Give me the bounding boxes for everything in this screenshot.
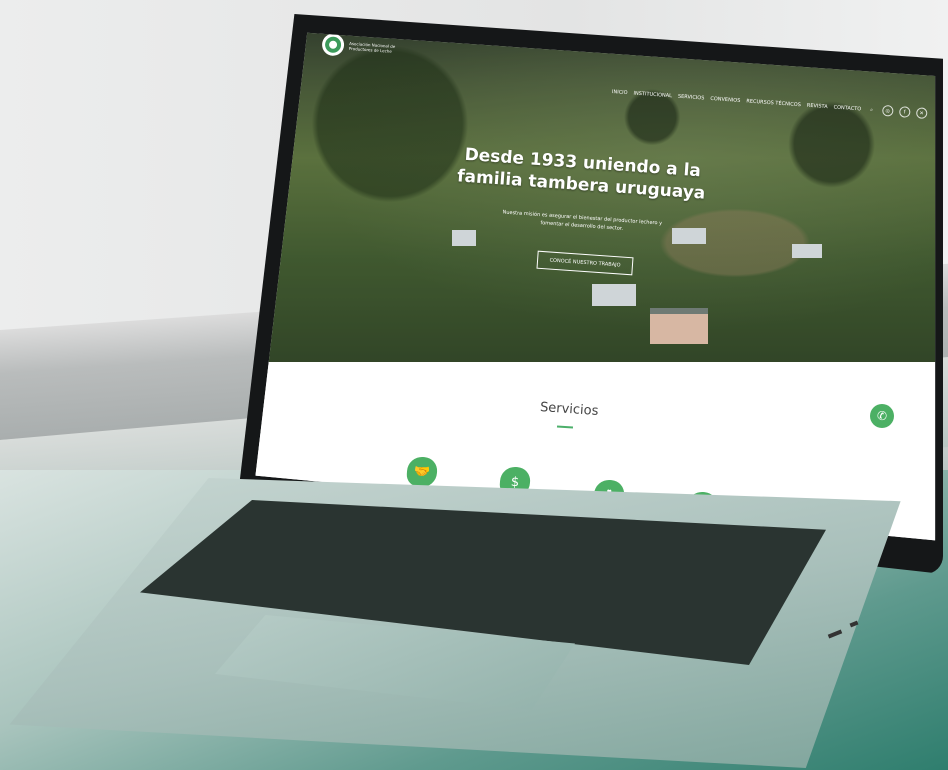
facebook-icon[interactable]: f [898, 106, 911, 118]
search-icon[interactable]: ⌕ [867, 105, 877, 115]
nav-item-revista[interactable]: REVISTA [807, 102, 828, 109]
nav-item-institucional[interactable]: INSTITUCIONAL [633, 90, 672, 99]
services-title: Servicios [539, 399, 599, 420]
instagram-icon[interactable]: ◎ [881, 104, 894, 117]
handshake-icon[interactable]: 🤝 [405, 455, 439, 489]
hero-building-image [452, 230, 476, 246]
hero-house-image [650, 308, 708, 344]
logo-icon [321, 32, 345, 57]
hero-building-image [672, 228, 706, 244]
nav-item-servicios[interactable]: SERVICIOS [678, 93, 705, 101]
logo-text: Asociación Nacional de Productores de Le… [348, 40, 396, 54]
laptop-screen: Asociación Nacional de Productores de Le… [255, 32, 936, 541]
nav-item-recursos-tecnicos[interactable]: RECURSOS TÉCNICOS [746, 98, 801, 108]
hero-building-image [592, 284, 636, 306]
nav-item-inicio[interactable]: INICIO [612, 89, 628, 96]
nav-item-convenios[interactable]: CONVENIOS [710, 95, 740, 103]
services-divider [556, 425, 574, 429]
nav-item-contacto[interactable]: CONTACTO [833, 104, 861, 112]
x-icon[interactable]: ✕ [915, 107, 928, 120]
hero-building-image [792, 244, 822, 258]
whatsapp-icon[interactable]: ✆ [870, 404, 894, 428]
